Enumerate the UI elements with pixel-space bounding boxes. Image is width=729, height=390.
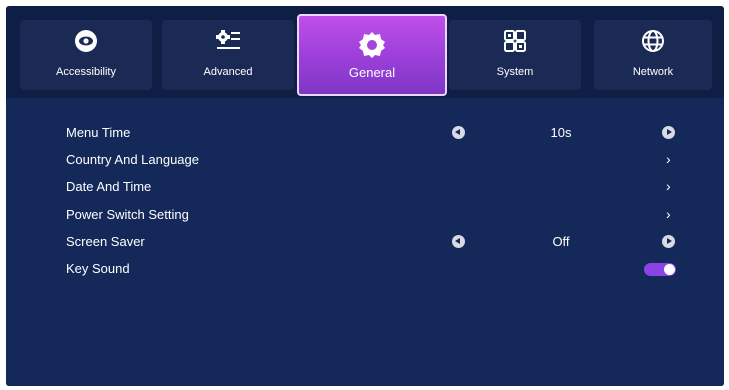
key-sound-toggle[interactable] <box>644 263 676 276</box>
toggle-knob <box>664 264 675 275</box>
chevron-right-icon: › <box>666 151 671 167</box>
tab-network[interactable]: Network <box>594 20 712 90</box>
chevron-right-icon: › <box>666 178 671 194</box>
setting-value: Off <box>552 234 570 249</box>
general-settings-panel: Menu Time 10s Country And Language › Dat… <box>6 98 724 386</box>
tab-label: System <box>496 66 534 78</box>
tv-settings-screen: Accessibility Advanced General System Ne… <box>6 6 724 386</box>
tab-system[interactable]: System <box>449 20 581 90</box>
left-arrow-icon[interactable] <box>452 126 465 139</box>
setting-label: Date And Time <box>66 179 152 194</box>
setting-country-and-language[interactable]: Country And Language › <box>6 147 724 174</box>
tab-accessibility[interactable]: Accessibility <box>20 20 152 90</box>
right-arrow-icon[interactable] <box>662 126 675 139</box>
setting-label: Power Switch Setting <box>66 207 189 222</box>
advanced-settings-icon <box>216 30 240 49</box>
tab-advanced[interactable]: Advanced <box>162 20 294 90</box>
tab-general[interactable]: General <box>297 14 447 96</box>
setting-menu-time[interactable]: Menu Time 10s <box>6 120 724 147</box>
setting-value: 10s <box>550 125 572 140</box>
tab-label: Accessibility <box>56 66 116 78</box>
setting-label: Country And Language <box>66 152 199 167</box>
system-grid-icon <box>504 30 526 52</box>
setting-power-switch[interactable]: Power Switch Setting › <box>6 202 724 229</box>
settings-tabs: Accessibility Advanced General System Ne… <box>6 6 724 98</box>
setting-label: Key Sound <box>66 261 130 276</box>
gear-icon <box>359 32 385 58</box>
left-arrow-icon[interactable] <box>452 235 465 248</box>
tab-label: Network <box>632 66 674 78</box>
chevron-right-icon: › <box>666 206 671 222</box>
tab-label: Advanced <box>203 66 253 78</box>
tab-label: General <box>348 65 396 80</box>
setting-label: Screen Saver <box>66 234 145 249</box>
eye-icon <box>75 30 97 52</box>
setting-key-sound[interactable]: Key Sound <box>6 256 724 283</box>
setting-screen-saver[interactable]: Screen Saver Off <box>6 229 724 256</box>
setting-date-and-time[interactable]: Date And Time › <box>6 174 724 201</box>
right-arrow-icon[interactable] <box>662 235 675 248</box>
globe-icon <box>642 30 664 52</box>
setting-label: Menu Time <box>66 125 131 140</box>
